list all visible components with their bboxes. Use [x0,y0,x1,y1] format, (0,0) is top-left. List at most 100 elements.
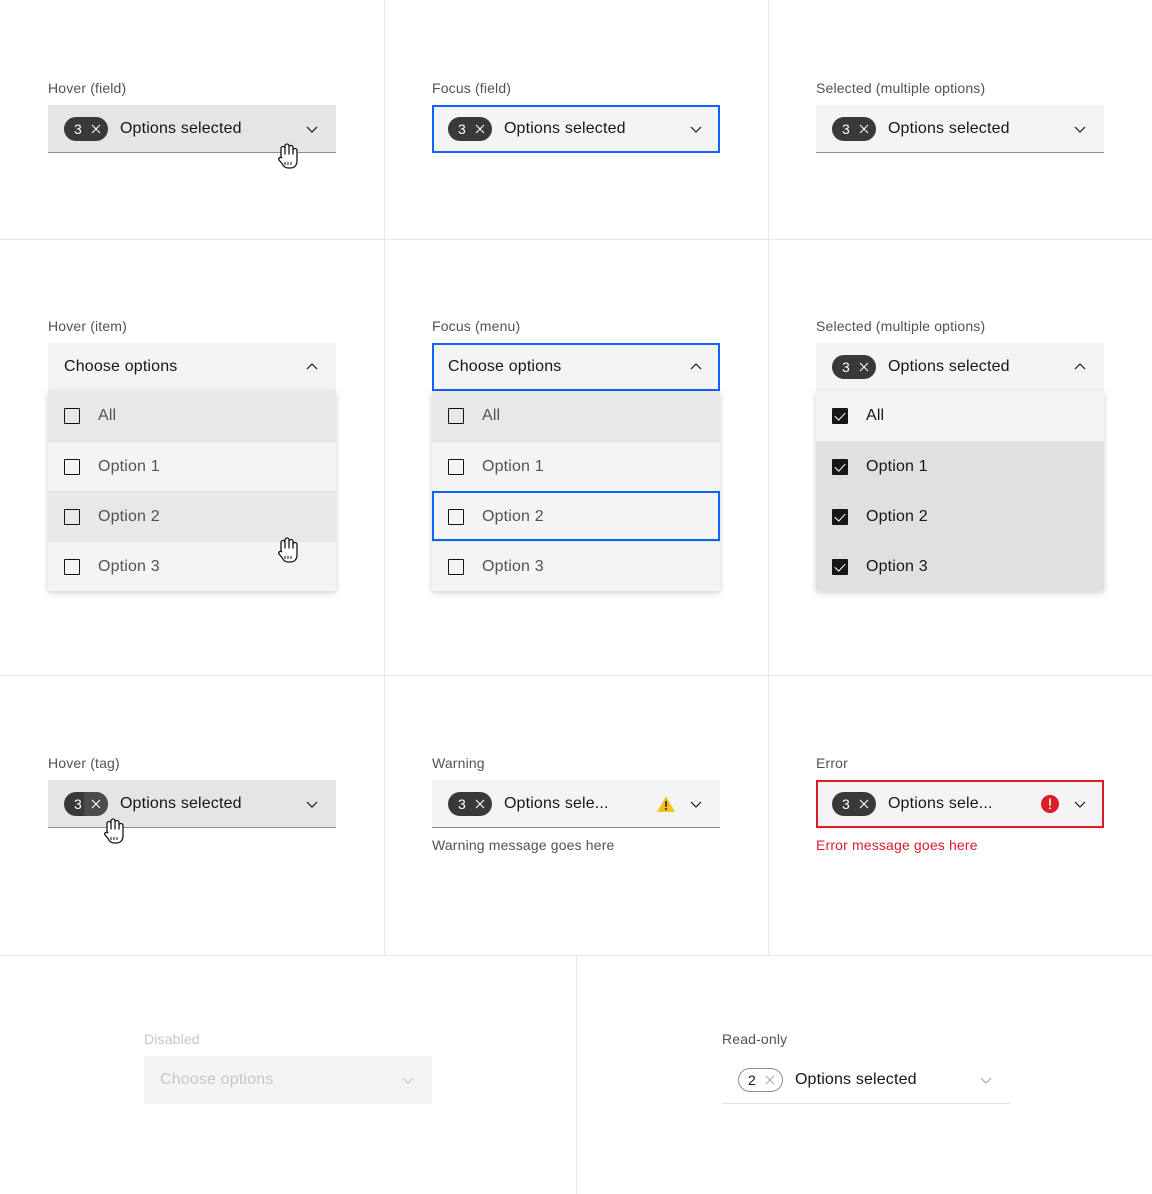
cell-focus-field: Focus (field) 3 Options selected [432,79,720,153]
field-placeholder: Choose options [64,357,178,375]
selection-tag[interactable]: 3 [448,117,492,141]
cell-caption: Hover (field) [48,80,127,96]
warning-message: Warning message goes here [432,837,615,853]
field-value: Options selected [887,357,1010,375]
cell-caption: Focus (field) [432,80,512,96]
checkbox-unchecked-icon[interactable] [64,408,80,424]
multiselect-field-open[interactable]: Choose options [48,343,336,391]
checkbox-unchecked-icon[interactable] [448,408,464,424]
menu-item-option-1[interactable]: Option 1 [48,441,336,491]
field-value: Options sele... [887,795,993,812]
warning-triangle-icon [656,794,676,814]
multiselect-field-tag-hover[interactable]: 3 Options selected [48,780,336,828]
close-icon[interactable] [852,792,876,816]
close-icon[interactable] [468,792,492,816]
checkbox-checked-icon[interactable] [832,508,848,525]
error-message: Error message goes here [816,837,978,853]
selection-tag[interactable]: 3 [64,791,108,816]
checkbox-unchecked-icon[interactable] [64,458,80,475]
checkbox-unchecked-icon[interactable] [448,558,464,575]
selection-tag[interactable]: 3 [832,354,876,379]
menu-item-option-3[interactable]: Option 3 [432,541,720,591]
multiselect-field-error[interactable]: 3 Options sele... [816,780,1104,828]
checkbox-checked-icon[interactable] [832,408,848,424]
chevron-up-icon[interactable] [688,359,704,375]
chevron-down-icon[interactable] [304,796,320,812]
grid-divider-vertical [384,0,385,955]
menu-item-all[interactable]: All [816,391,1104,441]
close-icon [758,1069,782,1091]
grid-divider-vertical [768,0,769,955]
cell-caption: Focus (menu) [432,318,521,334]
menu-item-option-1[interactable]: Option 1 [816,441,1104,491]
field-value: Options selected [119,794,242,812]
checkbox-unchecked-icon[interactable] [64,558,80,575]
checkbox-unchecked-icon[interactable] [448,508,464,525]
cell-warning: Warning 3 Options sele... Warning messag… [432,754,720,854]
menu-item-label: Option 2 [98,507,160,525]
menu-item-option-2[interactable]: Option 2 [816,491,1104,541]
menu-item-option-2[interactable]: Option 2 [432,491,720,541]
selection-count: 3 [458,121,466,137]
cell-focus-menu: Focus (menu) Choose options All Option 1… [432,317,720,591]
close-icon[interactable] [84,117,108,141]
selection-tag[interactable]: 3 [832,116,876,141]
multiselect-field-hover[interactable]: 3 Options selected [48,105,336,153]
menu-item-option-3[interactable]: Option 3 [48,541,336,591]
menu-item-label: All [482,407,501,424]
menu-item-label: Option 1 [482,457,544,475]
field-value: Options selected [503,120,626,137]
selection-tag[interactable]: 3 [448,791,492,816]
chevron-down-icon[interactable] [688,121,704,137]
chevron-down-icon[interactable] [688,796,704,812]
close-icon[interactable] [852,117,876,141]
menu-item-label: Option 3 [482,557,544,575]
chevron-up-icon[interactable] [304,359,320,375]
close-icon[interactable] [852,355,876,379]
cell-hover-field: Hover (field) 3 Options selected [48,79,336,169]
grid-divider-horizontal [0,675,1152,676]
checkbox-unchecked-icon[interactable] [64,508,80,525]
cell-disabled: Disabled Choose options [144,1030,432,1104]
multiselect-field-open-selected[interactable]: 3 Options selected [816,343,1104,391]
options-menu: All Option 1 Option 2 Option 3 [816,391,1104,591]
chevron-down-icon[interactable] [1072,121,1088,137]
cell-hover-tag: Hover (tag) 3 Options selected [48,754,336,844]
cell-selected-field: Selected (multiple options) 3 Options se… [816,79,1104,153]
options-menu: All Option 1 Option 2 Option 3 [48,391,336,591]
menu-item-option-3[interactable]: Option 3 [816,541,1104,591]
multiselect-field-open-focus[interactable]: Choose options [432,343,720,391]
cell-error: Error 3 Options sele... Error message go… [816,754,1104,854]
menu-item-option-1[interactable]: Option 1 [432,441,720,491]
multiselect-field-warning[interactable]: 3 Options sele... [432,780,720,828]
selection-tag: 2 [738,1067,783,1092]
menu-item-all[interactable]: All [432,391,720,441]
selection-tag[interactable]: 3 [832,792,876,816]
chevron-down-icon [978,1072,994,1088]
chevron-up-icon[interactable] [1072,359,1088,375]
menu-item-option-2[interactable]: Option 2 [48,491,336,541]
checkbox-unchecked-icon[interactable] [448,458,464,475]
error-filled-icon [1040,794,1060,814]
menu-item-label: Option 2 [866,507,928,525]
cell-caption: Hover (item) [48,318,127,334]
field-value: Options sele... [503,794,609,812]
cell-caption: Hover (tag) [48,755,120,771]
close-icon[interactable] [83,791,108,816]
multiselect-field-focus[interactable]: 3 Options selected [432,105,720,153]
chevron-down-icon[interactable] [1072,796,1088,812]
cell-readonly: Read-only 2 Options selected [722,1030,1010,1104]
cell-caption: Read-only [722,1031,788,1047]
multiselect-field-selected[interactable]: 3 Options selected [816,105,1104,153]
menu-item-all[interactable]: All [48,391,336,441]
close-icon[interactable] [468,117,492,141]
cell-caption: Warning [432,755,485,771]
selection-count: 3 [842,796,850,812]
selection-count: 3 [842,120,850,137]
states-specimen-sheet: Hover (field) 3 Options selected Focus (… [0,0,1152,1194]
chevron-down-icon[interactable] [304,121,320,137]
checkbox-checked-icon[interactable] [832,558,848,575]
checkbox-checked-icon[interactable] [832,458,848,475]
cell-caption: Error [816,755,848,771]
selection-tag[interactable]: 3 [64,116,108,141]
